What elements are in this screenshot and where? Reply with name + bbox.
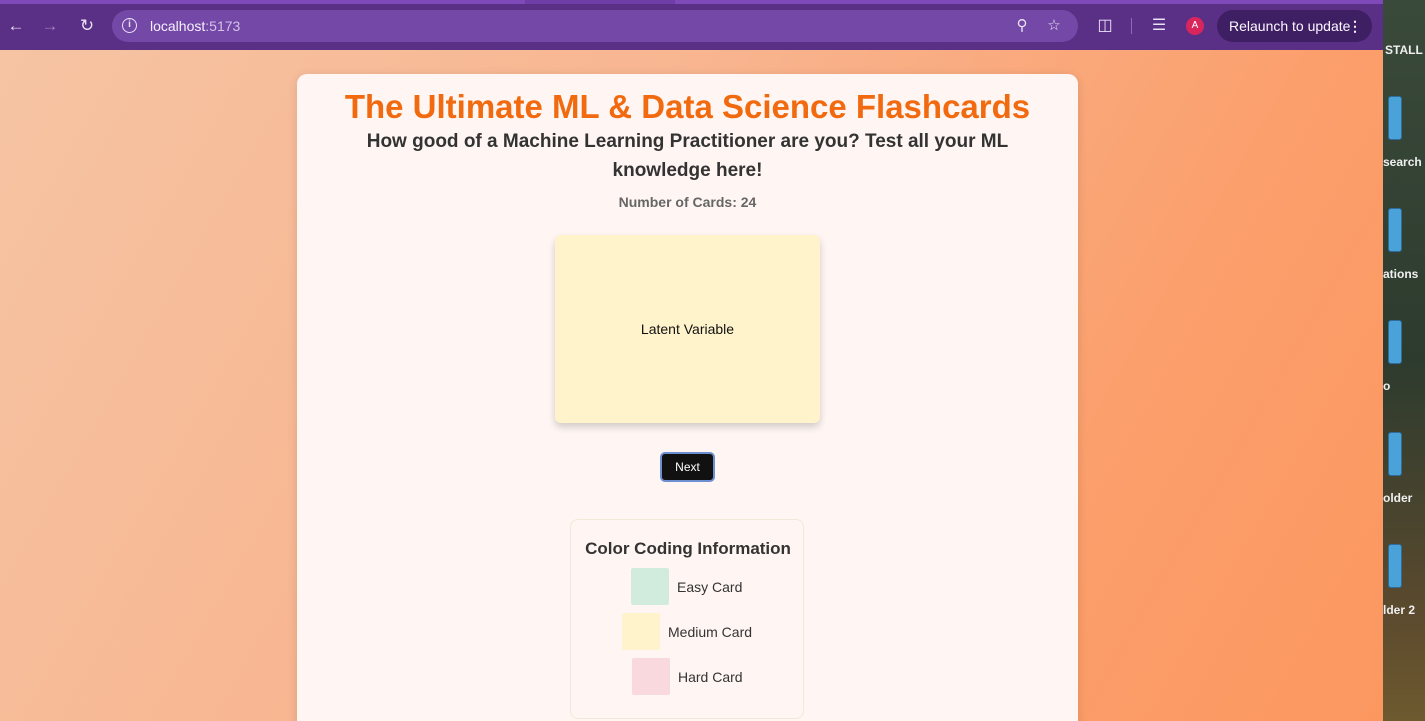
desktop-label: o: [1383, 379, 1391, 393]
legend-label: Medium Card: [668, 623, 753, 640]
color-legend: Color Coding Information Easy Card Mediu…: [570, 519, 804, 719]
site-info-icon[interactable]: i: [122, 18, 137, 33]
toolbar-separator: [1131, 18, 1132, 34]
flashcard-term: Latent Variable: [640, 321, 735, 337]
reload-icon[interactable]: ↻: [75, 14, 99, 38]
legend-label: Easy Card: [677, 578, 743, 595]
browser-toolbar: ← → ↻ i localhost:5173 ⚲ ☆ ◫ ☰ A Relaunc…: [0, 0, 1383, 50]
desktop-label: STALL: [1385, 43, 1423, 57]
desktop-label: search: [1383, 155, 1422, 169]
legend-item-medium: Medium Card: [622, 613, 752, 650]
folder-icon[interactable]: [1388, 544, 1402, 588]
relaunch-label: Relaunch to update: [1229, 18, 1351, 34]
legend-title: Color Coding Information: [585, 539, 791, 558]
hard-swatch: [632, 658, 670, 695]
url-port: :5173: [205, 18, 241, 34]
menu-kebab-icon[interactable]: ⋮: [1348, 10, 1362, 42]
page-title: The Ultimate ML & Data Science Flashcard…: [344, 88, 1031, 125]
desktop-label: older: [1383, 491, 1413, 505]
flashcard[interactable]: Latent Variable: [555, 235, 820, 423]
folder-icon[interactable]: [1388, 320, 1402, 364]
back-arrow-icon[interactable]: ←: [4, 14, 28, 38]
desktop-label: ations: [1383, 267, 1419, 281]
zoom-icon[interactable]: ⚲: [1012, 16, 1032, 36]
legend-label: Hard Card: [678, 668, 743, 685]
medium-swatch: [622, 613, 660, 650]
page-subtitle: How good of a Machine Learning Practitio…: [366, 131, 1009, 181]
forward-arrow-icon[interactable]: →: [38, 14, 62, 38]
folder-icon[interactable]: [1388, 96, 1402, 140]
extensions-puzzle-icon[interactable]: ◫: [1093, 14, 1117, 38]
card-count: Number of Cards: 24: [618, 194, 757, 210]
tab-strip: [0, 0, 1383, 4]
easy-swatch: [631, 568, 669, 605]
desktop-label: lder 2: [1383, 603, 1416, 617]
folder-icon[interactable]: [1388, 432, 1402, 476]
relaunch-button[interactable]: Relaunch to update ⋮: [1217, 10, 1372, 42]
active-tab-indicator[interactable]: [525, 0, 675, 4]
bookmark-star-icon[interactable]: ☆: [1044, 16, 1064, 36]
address-url[interactable]: localhost:5173: [150, 18, 240, 34]
address-bar[interactable]: i localhost:5173 ⚲ ☆: [112, 10, 1078, 42]
next-button[interactable]: Next: [660, 452, 715, 482]
profile-avatar[interactable]: A: [1186, 17, 1204, 35]
legend-item-hard: Hard Card: [632, 658, 743, 695]
folder-icon[interactable]: [1388, 208, 1402, 252]
url-host: localhost: [150, 18, 206, 34]
desktop-sliver: STALL search ations o older lder 2: [1383, 0, 1425, 721]
app-container: The Ultimate ML & Data Science Flashcard…: [297, 74, 1078, 721]
page-background: The Ultimate ML & Data Science Flashcard…: [0, 50, 1383, 721]
legend-item-easy: Easy Card: [631, 568, 742, 605]
media-queue-icon[interactable]: ☰: [1147, 14, 1171, 38]
